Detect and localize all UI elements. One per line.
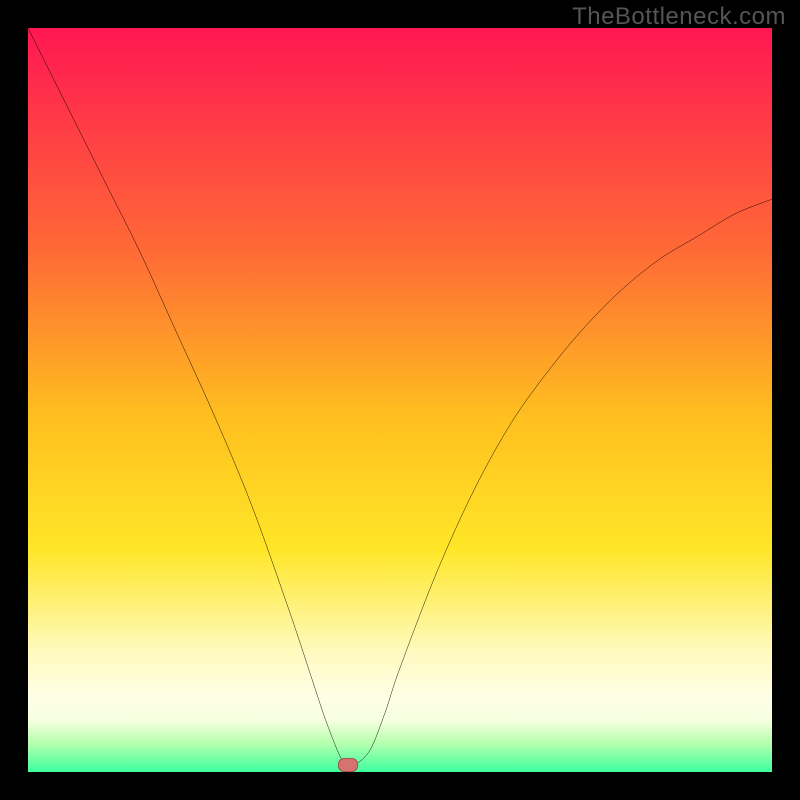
plot-area [28, 28, 772, 772]
curve-layer [28, 28, 772, 772]
watermark-text: TheBottleneck.com [572, 3, 786, 31]
chart-frame: TheBottleneck.com [0, 0, 800, 800]
optimal-point-marker [338, 758, 358, 772]
bottleneck-curve [28, 28, 772, 766]
